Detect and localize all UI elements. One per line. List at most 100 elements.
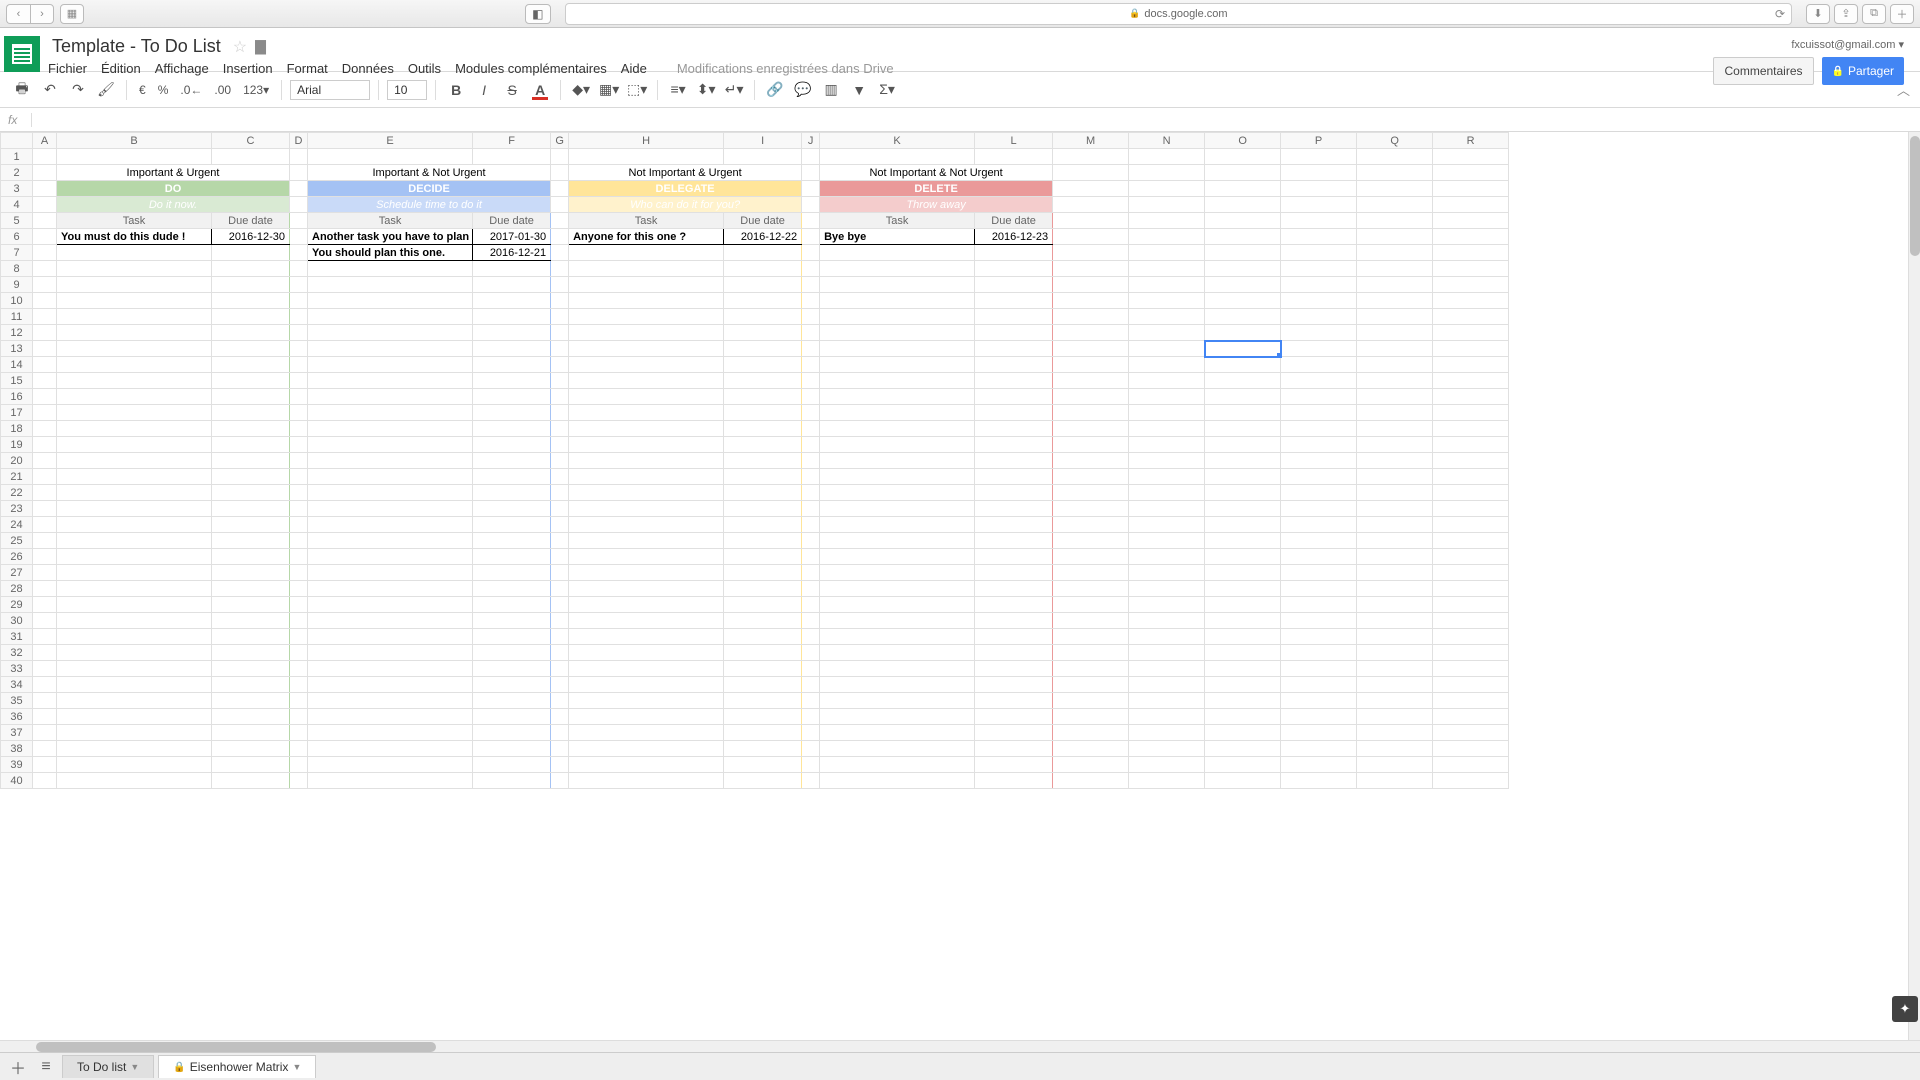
cell-E4[interactable]: Schedule time to do it <box>308 197 551 213</box>
cell-M38[interactable] <box>1053 741 1129 757</box>
cell-D15[interactable] <box>290 373 308 389</box>
cell-C36[interactable] <box>212 709 290 725</box>
column-header-G[interactable]: G <box>551 133 569 149</box>
cell-N13[interactable] <box>1129 341 1205 357</box>
cell-H13[interactable] <box>569 341 724 357</box>
cell-G8[interactable] <box>551 261 569 277</box>
cell-O10[interactable] <box>1205 293 1281 309</box>
cell-I23[interactable] <box>724 501 802 517</box>
menu-insertion[interactable]: Insertion <box>223 61 273 76</box>
cell-R2[interactable] <box>1433 165 1509 181</box>
cell-L37[interactable] <box>975 725 1053 741</box>
cell-O39[interactable] <box>1205 757 1281 773</box>
cell-N14[interactable] <box>1129 357 1205 373</box>
cell-H35[interactable] <box>569 693 724 709</box>
cell-M28[interactable] <box>1053 581 1129 597</box>
cell-N16[interactable] <box>1129 389 1205 405</box>
cell-G34[interactable] <box>551 677 569 693</box>
cell-E2[interactable]: Important & Not Urgent <box>308 165 551 181</box>
cell-N19[interactable] <box>1129 437 1205 453</box>
cell-N4[interactable] <box>1129 197 1205 213</box>
cell-D31[interactable] <box>290 629 308 645</box>
cell-R16[interactable] <box>1433 389 1509 405</box>
row-header-33[interactable]: 33 <box>1 661 33 677</box>
cell-G16[interactable] <box>551 389 569 405</box>
cell-A31[interactable] <box>33 629 57 645</box>
row-header-21[interactable]: 21 <box>1 469 33 485</box>
cell-H26[interactable] <box>569 549 724 565</box>
cell-N9[interactable] <box>1129 277 1205 293</box>
cell-R10[interactable] <box>1433 293 1509 309</box>
cell-A20[interactable] <box>33 453 57 469</box>
cell-F35[interactable] <box>473 693 551 709</box>
cell-J35[interactable] <box>802 693 820 709</box>
cell-H36[interactable] <box>569 709 724 725</box>
back-button[interactable]: ‹ <box>6 4 30 24</box>
cell-H39[interactable] <box>569 757 724 773</box>
downloads-button[interactable]: ⬇ <box>1806 4 1830 24</box>
cell-L23[interactable] <box>975 501 1053 517</box>
cell-Q31[interactable] <box>1357 629 1433 645</box>
cell-J32[interactable] <box>802 645 820 661</box>
cell-G10[interactable] <box>551 293 569 309</box>
cell-R7[interactable] <box>1433 245 1509 261</box>
cell-B3[interactable]: DO <box>57 181 290 197</box>
cell-M12[interactable] <box>1053 325 1129 341</box>
column-header-H[interactable]: H <box>569 133 724 149</box>
cell-D27[interactable] <box>290 565 308 581</box>
cell-M2[interactable] <box>1053 165 1129 181</box>
cell-K40[interactable] <box>820 773 975 789</box>
cell-K13[interactable] <box>820 341 975 357</box>
cell-C16[interactable] <box>212 389 290 405</box>
cell-L27[interactable] <box>975 565 1053 581</box>
cell-I16[interactable] <box>724 389 802 405</box>
cell-H38[interactable] <box>569 741 724 757</box>
cell-M32[interactable] <box>1053 645 1129 661</box>
cell-P36[interactable] <box>1281 709 1357 725</box>
cell-L22[interactable] <box>975 485 1053 501</box>
row-header-37[interactable]: 37 <box>1 725 33 741</box>
cell-F9[interactable] <box>473 277 551 293</box>
all-sheets-button[interactable]: ≡ <box>34 1056 58 1078</box>
cell-O18[interactable] <box>1205 421 1281 437</box>
cell-R25[interactable] <box>1433 533 1509 549</box>
cell-C14[interactable] <box>212 357 290 373</box>
cell-K10[interactable] <box>820 293 975 309</box>
cell-F8[interactable] <box>473 261 551 277</box>
cell-N1[interactable] <box>1129 149 1205 165</box>
cell-N36[interactable] <box>1129 709 1205 725</box>
row-header-9[interactable]: 9 <box>1 277 33 293</box>
cell-E6[interactable]: Another task you have to plan <box>308 229 473 245</box>
cell-J9[interactable] <box>802 277 820 293</box>
cell-M36[interactable] <box>1053 709 1129 725</box>
cell-E9[interactable] <box>308 277 473 293</box>
cell-Q35[interactable] <box>1357 693 1433 709</box>
cell-I29[interactable] <box>724 597 802 613</box>
formula-input[interactable] <box>40 113 1920 127</box>
cell-P28[interactable] <box>1281 581 1357 597</box>
cell-J14[interactable] <box>802 357 820 373</box>
cell-R29[interactable] <box>1433 597 1509 613</box>
cell-O22[interactable] <box>1205 485 1281 501</box>
cell-R12[interactable] <box>1433 325 1509 341</box>
cell-O35[interactable] <box>1205 693 1281 709</box>
cell-I12[interactable] <box>724 325 802 341</box>
cell-K35[interactable] <box>820 693 975 709</box>
cell-I7[interactable] <box>724 245 802 261</box>
cell-E21[interactable] <box>308 469 473 485</box>
cell-C35[interactable] <box>212 693 290 709</box>
cell-L19[interactable] <box>975 437 1053 453</box>
cell-P31[interactable] <box>1281 629 1357 645</box>
cell-L39[interactable] <box>975 757 1053 773</box>
cell-A30[interactable] <box>33 613 57 629</box>
cell-P39[interactable] <box>1281 757 1357 773</box>
cell-J28[interactable] <box>802 581 820 597</box>
cell-K31[interactable] <box>820 629 975 645</box>
cell-L16[interactable] <box>975 389 1053 405</box>
cell-H30[interactable] <box>569 613 724 629</box>
column-header-N[interactable]: N <box>1129 133 1205 149</box>
cell-M31[interactable] <box>1053 629 1129 645</box>
cell-G20[interactable] <box>551 453 569 469</box>
cell-A37[interactable] <box>33 725 57 741</box>
cell-D13[interactable] <box>290 341 308 357</box>
